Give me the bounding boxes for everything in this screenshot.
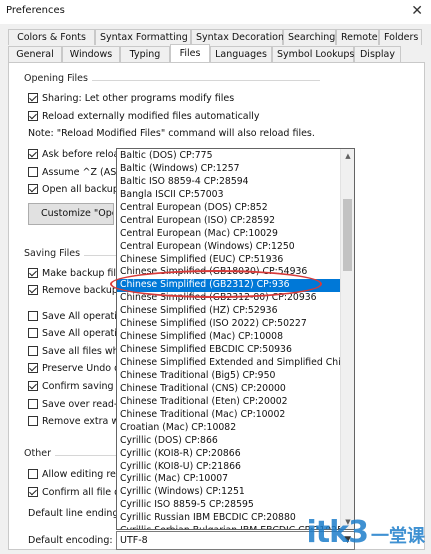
- encoding-list: Baltic (DOS) CP:775 Baltic (Windows) CP:1…: [117, 150, 341, 529]
- checkbox[interactable]: [28, 399, 38, 409]
- encoding-option[interactable]: Central European (ISO) CP:28592: [117, 215, 341, 228]
- scroll-thumb[interactable]: [343, 199, 352, 271]
- encoding-option[interactable]: Chinese Simplified (ISO 2022) CP:50227: [117, 318, 341, 331]
- checkbox[interactable]: [28, 487, 38, 497]
- tab-folders[interactable]: Folders: [379, 29, 422, 45]
- checkbox[interactable]: [28, 285, 38, 295]
- encoding-option[interactable]: Central European (Mac) CP:10029: [117, 228, 341, 241]
- encoding-option[interactable]: Cyrillic Serbian-Bulgarian IBM EBCDIC CP…: [117, 525, 341, 529]
- checkbox[interactable]: [28, 346, 38, 356]
- checkbox[interactable]: [28, 328, 38, 338]
- checkbox[interactable]: [28, 111, 38, 121]
- encoding-option[interactable]: Baltic (Windows) CP:1257: [117, 163, 341, 176]
- encoding-option[interactable]: Cyrillic (KOI8-U) CP:21866: [117, 461, 341, 474]
- encoding-option[interactable]: Chinese Simplified (HZ) CP:52936: [117, 305, 341, 318]
- encoding-option[interactable]: Chinese Simplified (GB2312) CP:936: [117, 279, 341, 293]
- encoding-option[interactable]: Cyrillic (KOI8-R) CP:20866: [117, 448, 341, 461]
- remove-extra-whitespace-option[interactable]: Remove extra wh: [28, 414, 125, 428]
- encoding-option[interactable]: Bangla ISCII CP:57003: [117, 189, 341, 202]
- checkbox[interactable]: [28, 469, 38, 479]
- encoding-option[interactable]: Chinese Traditional (CNS) CP:20000: [117, 383, 341, 396]
- checkbox[interactable]: [28, 149, 38, 159]
- tab-searching[interactable]: Searching: [283, 29, 336, 45]
- tab-row-1: Colors & Fonts Syntax Formatting Syntax …: [8, 29, 422, 45]
- default-line-ending-label: Default line ending:: [28, 508, 122, 519]
- encoding-option[interactable]: Cyrillic (DOS) CP:866: [117, 435, 341, 448]
- save-over-readonly-option[interactable]: Save over read-o: [28, 397, 123, 411]
- tab-colors-fonts[interactable]: Colors & Fonts: [8, 29, 95, 45]
- tab-display[interactable]: Display: [354, 46, 401, 62]
- encoding-option[interactable]: Cyrillic Russian IBM EBCDIC CP:20880: [117, 512, 341, 525]
- encoding-option[interactable]: Central European (DOS) CP:852: [117, 202, 341, 215]
- opening-files-title: Opening Files: [24, 73, 92, 84]
- close-icon[interactable]: ✕: [411, 3, 423, 19]
- group-divider: [50, 455, 116, 456]
- selected-encoding: UTF-8: [120, 535, 148, 546]
- title-bar: Preferences ✕: [0, 0, 431, 24]
- tab-general[interactable]: General: [8, 46, 62, 62]
- encoding-option[interactable]: Chinese Simplified EBCDIC CP:50936: [117, 344, 341, 357]
- encoding-option[interactable]: Cyrillic ISO 8859-5 CP:28595: [117, 499, 341, 512]
- encoding-option[interactable]: Chinese Traditional (Mac) CP:10002: [117, 409, 341, 422]
- encoding-option[interactable]: Chinese Simplified (GB2312-80) CP:20936: [117, 292, 341, 305]
- chevron-down-icon[interactable]: ▼: [344, 532, 351, 549]
- checkbox[interactable]: [28, 311, 38, 321]
- default-encoding-label: Default encoding:: [28, 535, 113, 546]
- tab-typing[interactable]: Typing: [120, 46, 170, 62]
- encoding-option[interactable]: Chinese Simplified (GB18030) CP:54936: [117, 266, 341, 279]
- encoding-dropdown[interactable]: Baltic (DOS) CP:775 Baltic (Windows) CP:1…: [116, 148, 355, 530]
- scroll-up-icon[interactable]: ▲: [341, 149, 354, 163]
- encoding-option[interactable]: Chinese Traditional (Eten) CP:20002: [117, 396, 341, 409]
- encoding-option[interactable]: Baltic (DOS) CP:775: [117, 150, 341, 163]
- reload-note: Note: "Reload Modified Files" command wi…: [28, 128, 315, 139]
- encoding-option[interactable]: Chinese Simplified (Mac) CP:10008: [117, 331, 341, 344]
- default-encoding-select[interactable]: UTF-8 ▼: [116, 531, 355, 550]
- tab-syntax-formatting[interactable]: Syntax Formatting: [95, 29, 191, 45]
- checkbox[interactable]: [28, 363, 38, 373]
- checkbox[interactable]: [28, 381, 38, 391]
- encoding-option[interactable]: Cyrillic (Windows) CP:1251: [117, 486, 341, 499]
- open-all-backup-option[interactable]: Open all backup f: [28, 182, 125, 196]
- allow-editing-option[interactable]: Allow editing read: [28, 467, 128, 481]
- save-all-operation-option-2[interactable]: Save All operatio: [28, 326, 123, 340]
- tab-syntax-decorations[interactable]: Syntax Decorations: [191, 29, 289, 45]
- window-title: Preferences: [6, 5, 65, 16]
- scroll-down-icon[interactable]: ▼: [341, 515, 354, 529]
- remove-backup-option[interactable]: Remove backup f: [28, 283, 124, 297]
- encoding-option[interactable]: Baltic ISO 8859-4 CP:28594: [117, 176, 341, 189]
- tab-languages[interactable]: Languages: [210, 46, 272, 62]
- confirm-saving-option[interactable]: Confirm saving ov: [28, 379, 128, 393]
- encoding-option[interactable]: Chinese Simplified (EUC) CP:51936: [117, 254, 341, 267]
- checkbox[interactable]: [28, 167, 38, 177]
- reload-option[interactable]: Reload externally modified files automat…: [28, 109, 260, 123]
- checkbox[interactable]: [28, 268, 38, 278]
- confirm-all-file-option[interactable]: Confirm all file de: [28, 485, 126, 499]
- group-divider: [78, 80, 320, 81]
- encoding-option[interactable]: Croatian (Mac) CP:10082: [117, 422, 341, 435]
- tab-windows[interactable]: Windows: [62, 46, 120, 62]
- tab-symbol-lookups[interactable]: Symbol Lookups: [272, 46, 354, 62]
- ask-before-reload-option[interactable]: Ask before reloa: [28, 147, 119, 161]
- encoding-option[interactable]: Cyrillic (Mac) CP:10007: [117, 473, 341, 486]
- sharing-option[interactable]: Sharing: Let other programs modify files: [28, 91, 234, 105]
- preserve-undo-option[interactable]: Preserve Undo da: [28, 361, 126, 375]
- dropdown-scrollbar[interactable]: ▲ ▼: [340, 149, 354, 529]
- checkbox[interactable]: [28, 416, 38, 426]
- save-all-files-option[interactable]: Save all files wher: [28, 344, 128, 358]
- checkbox[interactable]: [28, 184, 38, 194]
- make-backup-option[interactable]: Make backup fil: [28, 266, 116, 280]
- tab-remote[interactable]: Remote: [336, 29, 379, 45]
- tab-row-2: General Windows Typing Files Languages S…: [8, 44, 401, 62]
- assume-ctrl-z-option[interactable]: Assume ^Z (ASCI: [28, 165, 126, 179]
- customize-open-button[interactable]: Customize "Open": [28, 203, 114, 225]
- encoding-option[interactable]: Central European (Windows) CP:1250: [117, 241, 341, 254]
- tab-files[interactable]: Files: [170, 44, 210, 62]
- encoding-option[interactable]: Chinese Traditional (Big5) CP:950: [117, 370, 341, 383]
- other-title: Other: [24, 448, 55, 459]
- save-all-operation-option[interactable]: Save All operation: [28, 309, 129, 323]
- saving-files-title: Saving Files: [24, 248, 85, 259]
- encoding-option[interactable]: Chinese Simplified Extended and Simplifi…: [117, 357, 341, 370]
- checkbox[interactable]: [28, 93, 38, 103]
